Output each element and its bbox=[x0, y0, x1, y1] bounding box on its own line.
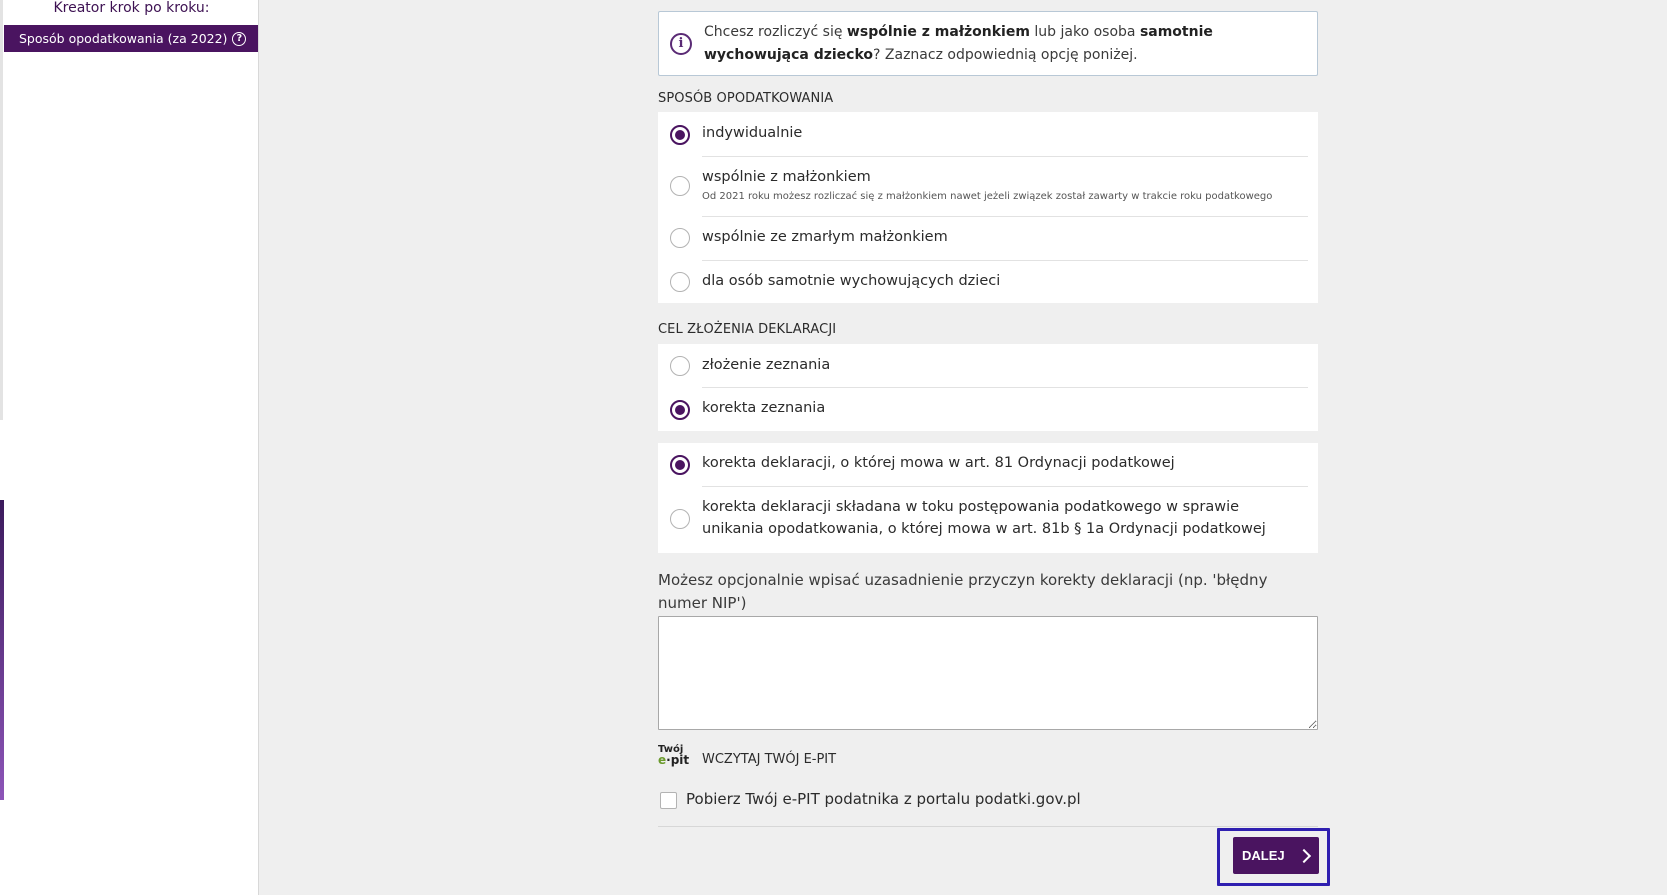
sidebar-title: Kreator krok po kroku: bbox=[53, 0, 210, 16]
info-text-bold: wspólnie z małżonkiem bbox=[846, 24, 1030, 40]
footer-divider bbox=[658, 826, 1318, 827]
radio-label: wspólnie ze zmarłym małżonkiem bbox=[702, 229, 948, 245]
section-title-taxation: SPOSÓB OPODATKOWANIA bbox=[658, 91, 834, 106]
radio-button[interactable] bbox=[670, 125, 690, 145]
section-title-purpose: CEL ZŁOŻENIA DEKLARACJI bbox=[658, 322, 837, 337]
radio-option-single-parent[interactable]: dla osób samotnie wychowujących dzieci bbox=[658, 261, 1318, 303]
radio-button[interactable] bbox=[670, 400, 690, 420]
info-text: Chcesz rozliczyć się wspólnie z małżonki… bbox=[704, 21, 1294, 67]
epit-download-checkbox[interactable] bbox=[660, 792, 677, 809]
radio-option-deceased-spouse[interactable]: wspólnie ze zmarłym małżonkiem bbox=[658, 217, 1318, 260]
purpose-options-panel: złożenie zeznania korekta zeznania bbox=[658, 344, 1318, 431]
radio-button[interactable] bbox=[670, 176, 690, 196]
chevron-right-icon bbox=[1296, 848, 1311, 863]
radio-label: wspólnie z małżonkiem bbox=[702, 169, 871, 185]
radio-option-joint-spouse[interactable]: wspólnie z małżonkiem Od 2021 roku możes… bbox=[658, 157, 1318, 216]
radio-option-correction-art81b[interactable]: korekta deklaracji składana w toku postę… bbox=[658, 487, 1318, 553]
radio-button[interactable] bbox=[670, 509, 690, 529]
radio-label: korekta zeznania bbox=[702, 400, 826, 416]
radio-label: złożenie zeznania bbox=[702, 357, 831, 373]
radio-option-correction-art81[interactable]: korekta deklaracji, o której mowa w art.… bbox=[658, 443, 1318, 486]
info-text-part: lub jako osoba bbox=[1029, 24, 1140, 40]
epit-logo-bottom: pit bbox=[670, 753, 690, 767]
sidebar-item-label: Sposób opodatkowania (za 2022) bbox=[19, 31, 228, 46]
epit-logo: Twój e·pit bbox=[658, 744, 692, 772]
info-text-part: Chcesz rozliczyć się bbox=[704, 24, 847, 40]
next-button-label: DALEJ bbox=[1242, 848, 1285, 863]
radio-button[interactable] bbox=[670, 356, 690, 376]
radio-label: dla osób samotnie wychowujących dzieci bbox=[702, 273, 1001, 289]
help-icon[interactable]: ? bbox=[232, 31, 247, 46]
justification-label: Możesz opcjonalnie wpisać uzasadnienie p… bbox=[658, 571, 1268, 612]
radio-button[interactable] bbox=[670, 455, 690, 475]
radio-button[interactable] bbox=[670, 272, 690, 292]
sidebar: Kreator krok po kroku: Sposób opodatkowa… bbox=[0, 0, 259, 895]
radio-label: korekta deklaracji, o której mowa w art.… bbox=[702, 455, 1175, 471]
next-button[interactable]: DALEJ bbox=[1233, 837, 1319, 874]
info-icon: i bbox=[670, 33, 692, 55]
info-text-part: ? Zaznacz odpowiednią opcję poniżej. bbox=[873, 47, 1138, 63]
info-box: i Chcesz rozliczyć się wspólnie z małżon… bbox=[658, 11, 1318, 76]
radio-option-individual[interactable]: indywidualnie bbox=[658, 112, 1318, 156]
radio-option-correction[interactable]: korekta zeznania bbox=[658, 388, 1318, 431]
radio-button[interactable] bbox=[670, 228, 690, 248]
radio-label: korekta deklaracji składana w toku postę… bbox=[702, 499, 1266, 537]
correction-options-panel: korekta deklaracji, o której mowa w art.… bbox=[658, 443, 1318, 553]
epit-title: WCZYTAJ TWÓJ E-PIT bbox=[702, 752, 837, 767]
epit-logo-e: e bbox=[658, 753, 667, 767]
radio-option-filing[interactable]: złożenie zeznania bbox=[658, 344, 1318, 387]
radio-sublabel: Od 2021 roku możesz rozliczać się z małż… bbox=[702, 191, 1273, 202]
sidebar-scroll-track bbox=[0, 0, 3, 420]
radio-label: indywidualnie bbox=[702, 125, 803, 141]
sidebar-item-taxation-method[interactable]: Sposób opodatkowania (za 2022) ? bbox=[4, 25, 258, 52]
sidebar-progress-bar bbox=[0, 500, 4, 800]
epit-download-label[interactable]: Pobierz Twój e-PIT podatnika z portalu p… bbox=[686, 790, 1081, 808]
taxation-options-panel: indywidualnie wspólnie z małżonkiem Od 2… bbox=[658, 112, 1318, 303]
justification-textarea[interactable] bbox=[658, 616, 1318, 730]
